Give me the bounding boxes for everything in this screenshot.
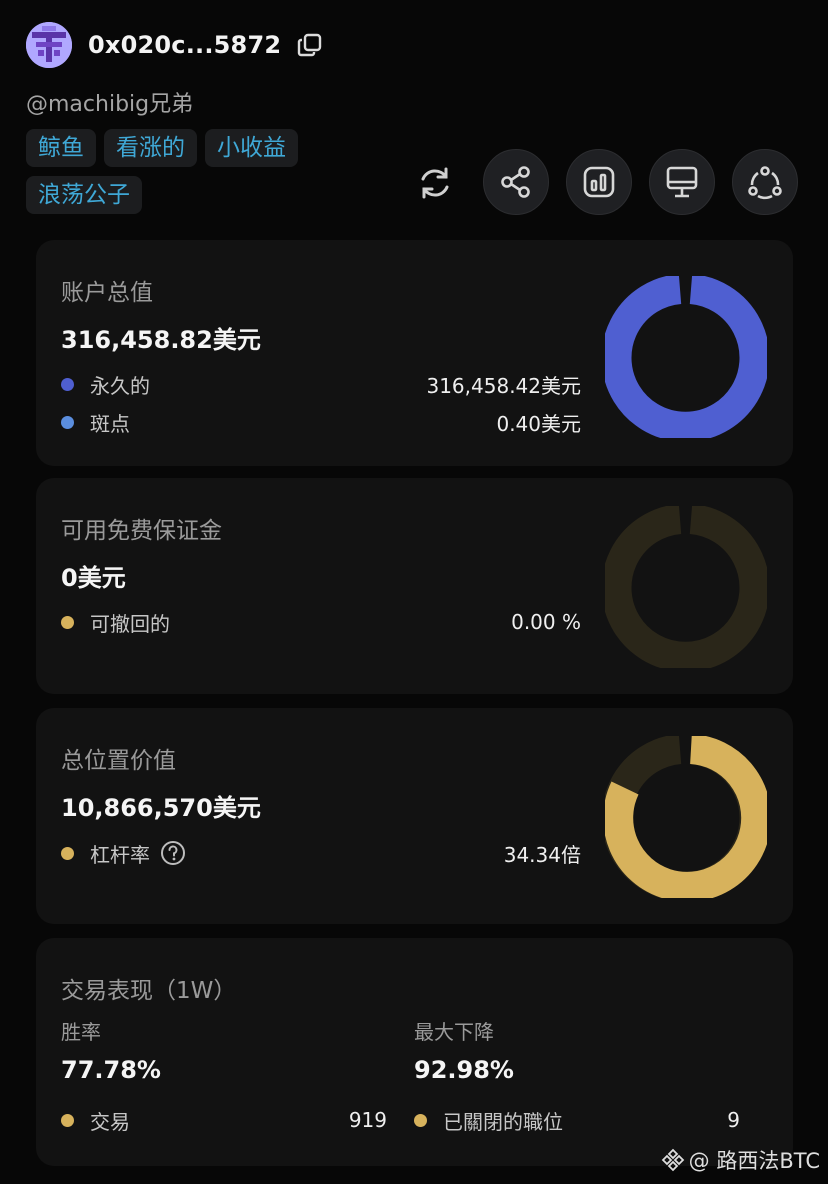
legend-row-perp: 永久的 316,458.42美元	[61, 369, 581, 399]
closed-positions-row: 已關閉的職位 9	[414, 1105, 740, 1135]
legend-label: 永久的	[90, 373, 150, 398]
position-total: 10,866,570美元	[61, 794, 261, 822]
card-title: 可用免费保证金	[61, 518, 222, 544]
profile-header: 0x020c...5872	[26, 22, 325, 68]
trades-label: 交易	[90, 1109, 130, 1134]
legend-value: 316,458.42美元	[426, 373, 581, 398]
card-title: 交易表现（1W）	[61, 978, 237, 1004]
trades-row: 交易 919	[61, 1105, 387, 1135]
legend-value: 0.40美元	[496, 411, 581, 436]
legend-label: 杠杆率	[90, 842, 150, 867]
chart-icon	[583, 166, 615, 198]
performance-card: 交易表现（1W） 胜率 77.78% 最大下降 92.98% 交易 919 已關…	[36, 938, 793, 1166]
watermark-text: @ 路西法BTC	[688, 1149, 820, 1173]
user-handle: @machibig兄弟	[26, 92, 194, 117]
share-icon	[501, 166, 530, 198]
free-margin-total: 0美元	[61, 564, 126, 592]
win-rate-label: 胜率	[61, 1020, 101, 1044]
legend-dot	[61, 377, 74, 391]
account-value-card: 账户总值 316,458.82美元 永久的 316,458.42美元 斑点 0.…	[36, 240, 793, 466]
donut-track	[605, 506, 767, 668]
tag-playboy[interactable]: 浪荡公子	[26, 176, 142, 214]
legend-value: 34.34倍	[503, 842, 581, 867]
tag-small-profit[interactable]: 小收益	[205, 129, 298, 167]
wallet-address: 0x020c...5872	[88, 31, 282, 59]
closed-label: 已關閉的職位	[443, 1109, 563, 1134]
position-donut-chart	[605, 736, 767, 898]
legend-dot	[414, 1113, 427, 1127]
win-rate-value: 77.78%	[61, 1056, 161, 1084]
binance-logo-icon	[661, 1148, 684, 1172]
legend-dot	[61, 1113, 74, 1127]
refresh-icon[interactable]	[412, 160, 458, 206]
closed-value: 9	[727, 1108, 740, 1132]
legend-label: 可撤回的	[90, 611, 170, 636]
position-value-card: 总位置价值 10,866,570美元 杠杆率 34.34倍	[36, 708, 793, 924]
legend-row-withdrawable: 可撤回的 0.00 %	[61, 607, 581, 637]
copy-icon[interactable]	[295, 30, 325, 60]
tag-list: 鲸鱼 看涨的 小收益 浪荡公子	[26, 129, 406, 214]
legend-dot	[61, 615, 74, 629]
network-button[interactable]	[732, 149, 798, 215]
legend-label: 斑点	[90, 411, 130, 436]
legend-row-leverage: 杠杆率 34.34倍	[61, 838, 581, 868]
account-donut-chart	[605, 276, 767, 438]
help-icon[interactable]	[160, 840, 186, 866]
card-title: 总位置价值	[61, 748, 176, 774]
donut-segment-perp	[605, 276, 767, 438]
monitor-button[interactable]	[649, 149, 715, 215]
network-icon	[748, 166, 782, 200]
margin-donut-chart	[605, 506, 767, 668]
account-total: 316,458.82美元	[61, 326, 261, 354]
drawdown-label: 最大下降	[414, 1020, 494, 1044]
share-button[interactable]	[483, 149, 549, 215]
trades-value: 919	[348, 1108, 387, 1132]
tag-bullish[interactable]: 看涨的	[104, 129, 197, 167]
tag-whale[interactable]: 鲸鱼	[26, 129, 96, 167]
chart-button[interactable]	[566, 149, 632, 215]
free-margin-card: 可用免费保证金 0美元 可撤回的 0.00 %	[36, 478, 793, 694]
card-title: 账户总值	[61, 280, 153, 306]
avatar[interactable]	[26, 22, 72, 68]
legend-dot	[61, 415, 74, 429]
drawdown-value: 92.98%	[414, 1056, 514, 1084]
monitor-icon	[666, 166, 698, 198]
watermark: @ 路西法BTC	[661, 1145, 820, 1175]
legend-value: 0.00 %	[511, 610, 581, 634]
legend-row-spot: 斑点 0.40美元	[61, 407, 581, 437]
legend-dot	[61, 846, 74, 860]
